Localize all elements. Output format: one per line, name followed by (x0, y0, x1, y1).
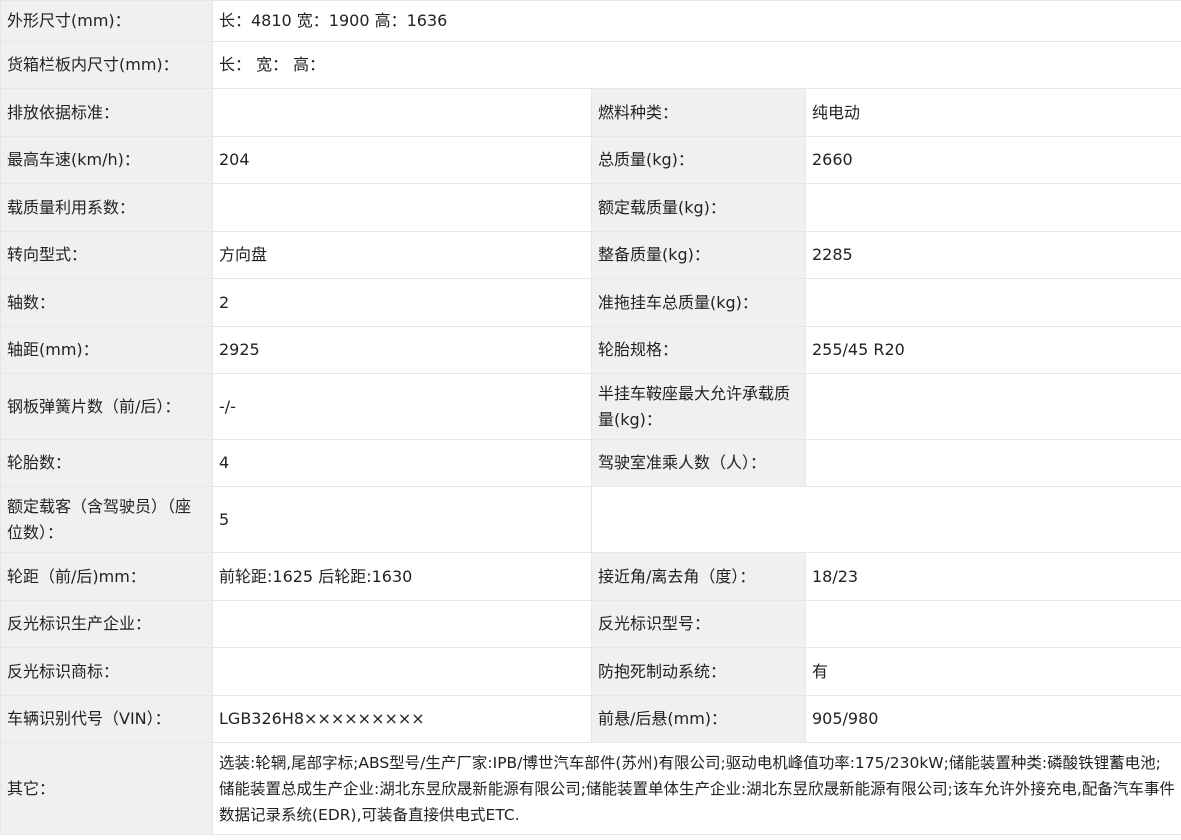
empty-cell (590, 486, 1181, 553)
value-axle-count: 2 (212, 278, 592, 327)
value-emission-standard (212, 88, 592, 137)
value-rated-passengers: 5 (212, 486, 592, 553)
label-vin: 车辆识别代号（VIN）： (0, 695, 213, 743)
label-other: 其它： (0, 742, 213, 835)
label-dimensions: 外形尺寸(mm)： (0, 0, 213, 42)
label-trailer-mass: 准拖挂车总质量(kg)： (591, 278, 806, 327)
label-reflector-brand: 反光标识商标： (0, 647, 213, 696)
value-trailer-mass (804, 278, 1181, 327)
value-reflector-model (804, 600, 1181, 648)
value-steering: 方向盘 (212, 231, 592, 279)
label-gross-mass: 总质量(kg)： (591, 136, 806, 184)
spec-row-seats: 额定载客（含驾驶员）（座位数）： 5 (0, 486, 1181, 553)
label-emission-standard: 排放依据标准： (0, 88, 213, 137)
label-tire-count: 轮胎数： (0, 439, 213, 487)
spec-row-load: 载质量利用系数： 额定载质量(kg)： (0, 183, 1181, 232)
label-leaf-springs: 钢板弹簧片数（前/后）： (0, 373, 213, 440)
value-saddle-load (804, 373, 1181, 440)
value-track-width: 前轮距:1625 后轮距:1630 (212, 552, 592, 601)
value-other: 选装:轮辋,尾部字标;ABS型号/生产厂家:IPB/博世汽车部件(苏州)有限公司… (211, 742, 1181, 835)
spec-row-speed-mass: 最高车速(km/h)： 204 总质量(kg)： 2660 (0, 136, 1181, 184)
value-gross-mass: 2660 (804, 136, 1181, 184)
label-wheelbase: 轴距(mm)： (0, 326, 213, 374)
label-track-width: 轮距（前/后)mm： (0, 552, 213, 601)
value-tire-spec: 255/45 R20 (804, 326, 1181, 374)
value-approach-departure: 18/23 (804, 552, 1181, 601)
label-cargo-box: 货箱栏板内尺寸(mm)： (0, 41, 213, 89)
value-curb-mass: 2285 (804, 231, 1181, 279)
label-saddle-load: 半挂车鞍座最大允许承载质量(kg)： (591, 373, 806, 440)
spec-row-cargo-box: 货箱栏板内尺寸(mm)： 长： 宽： 高： (0, 41, 1181, 89)
value-reflector-brand (212, 647, 592, 696)
spec-row-steering-curb: 转向型式： 方向盘 整备质量(kg)： 2285 (0, 231, 1181, 279)
label-fuel-type: 燃料种类： (591, 88, 806, 137)
value-fuel-type: 纯电动 (804, 88, 1181, 137)
spec-row-other: 其它： 选装:轮辋,尾部字标;ABS型号/生产厂家:IPB/博世汽车部件(苏州)… (0, 742, 1181, 835)
label-max-speed: 最高车速(km/h)： (0, 136, 213, 184)
label-overhang: 前悬/后悬(mm)： (591, 695, 806, 743)
spec-row-dimensions: 外形尺寸(mm)： 长：4810 宽：1900 高：1636 (0, 0, 1181, 42)
spec-row-reflector-maker: 反光标识生产企业： 反光标识型号： (0, 600, 1181, 648)
vehicle-spec-table: 外形尺寸(mm)： 长：4810 宽：1900 高：1636 货箱栏板内尺寸(m… (0, 0, 1181, 835)
label-reflector-manufacturer: 反光标识生产企业： (0, 600, 213, 648)
label-reflector-model: 反光标识型号： (591, 600, 806, 648)
spec-row-tires-cab: 轮胎数： 4 驾驶室准乘人数（人）： (0, 439, 1181, 487)
value-load-coefficient (212, 183, 592, 232)
spec-row-wheelbase-tire: 轴距(mm)： 2925 轮胎规格： 255/45 R20 (0, 326, 1181, 374)
spec-row-emission-fuel: 排放依据标准： 燃料种类： 纯电动 (0, 88, 1181, 137)
label-tire-spec: 轮胎规格： (591, 326, 806, 374)
value-cargo-box: 长： 宽： 高： (211, 41, 1181, 89)
label-abs: 防抱死制动系统： (591, 647, 806, 696)
spec-row-reflector-abs: 反光标识商标： 防抱死制动系统： 有 (0, 647, 1181, 696)
value-max-speed: 204 (212, 136, 592, 184)
spec-row-track-angles: 轮距（前/后)mm： 前轮距:1625 后轮距:1630 接近角/离去角（度）：… (0, 552, 1181, 601)
spec-row-vin-overhang: 车辆识别代号（VIN）： LGB326H8××××××××× 前悬/后悬(mm)… (0, 695, 1181, 743)
label-curb-mass: 整备质量(kg)： (591, 231, 806, 279)
value-tire-count: 4 (212, 439, 592, 487)
label-rated-passengers: 额定载客（含驾驶员）（座位数）： (0, 486, 213, 553)
spec-row-axles-trailer: 轴数： 2 准拖挂车总质量(kg)： (0, 278, 1181, 327)
label-rated-load: 额定载质量(kg)： (591, 183, 806, 232)
label-load-coefficient: 载质量利用系数： (0, 183, 213, 232)
value-abs: 有 (804, 647, 1181, 696)
spec-row-springs-saddle: 钢板弹簧片数（前/后）： -/- 半挂车鞍座最大允许承载质量(kg)： (0, 373, 1181, 440)
value-overhang: 905/980 (804, 695, 1181, 743)
value-rated-load (804, 183, 1181, 232)
value-cab-occupants (804, 439, 1181, 487)
value-dimensions: 长：4810 宽：1900 高：1636 (211, 0, 1181, 42)
label-cab-occupants: 驾驶室准乘人数（人）： (591, 439, 806, 487)
label-steering: 转向型式： (0, 231, 213, 279)
value-reflector-manufacturer (212, 600, 592, 648)
label-axle-count: 轴数： (0, 278, 213, 327)
value-leaf-springs: -/- (212, 373, 592, 440)
value-wheelbase: 2925 (212, 326, 592, 374)
label-approach-departure: 接近角/离去角（度）： (591, 552, 806, 601)
value-vin: LGB326H8××××××××× (212, 695, 592, 743)
